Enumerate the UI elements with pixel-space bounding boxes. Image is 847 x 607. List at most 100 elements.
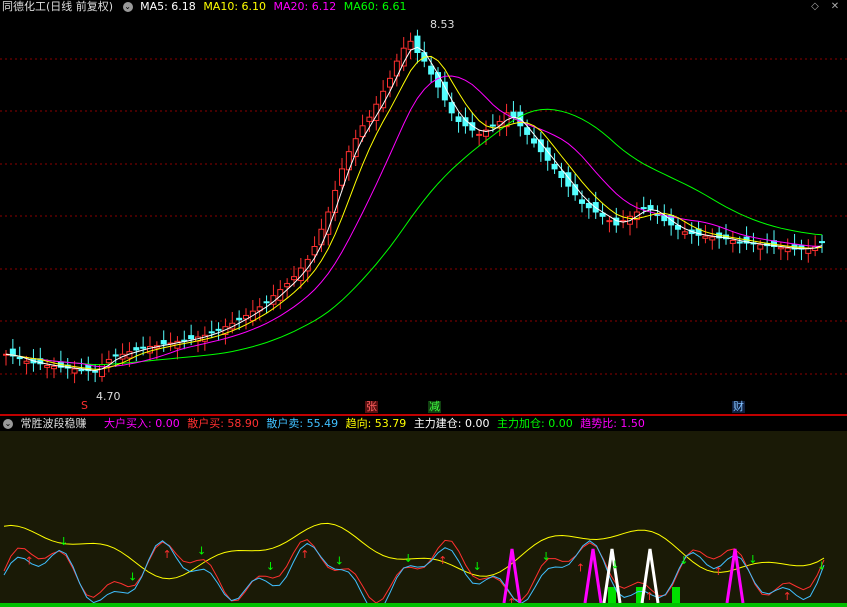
candle-body (208, 331, 215, 334)
candle-body (112, 354, 119, 357)
ma5-line (5, 46, 823, 372)
candle-body (236, 317, 243, 321)
buy-arrow-icon: ↑ (576, 562, 585, 575)
high-price-label: 8.53 (430, 18, 455, 31)
field-trend: 趋向: 53.79 (345, 417, 407, 430)
buy-arrow-icon: ↑ (438, 554, 447, 567)
candle-body (729, 239, 736, 244)
candle-body (105, 358, 112, 364)
candle-body (284, 283, 291, 288)
candle-body (784, 247, 791, 253)
candle-body (551, 163, 558, 170)
sell-arrow-icon: ↓ (59, 535, 68, 548)
candle-body (585, 202, 592, 209)
candlesticks (3, 29, 825, 384)
candle-body (318, 228, 325, 246)
candle-body (510, 111, 517, 118)
ma60-label: MA60: 6.61 (343, 0, 407, 13)
candle-body (133, 347, 140, 351)
chevron-down-icon[interactable]: ⌄ (122, 2, 133, 12)
event-marker-cai[interactable]: 财 (732, 401, 745, 413)
candle-body (709, 236, 716, 241)
candle-body (263, 301, 270, 304)
candle-body (16, 356, 23, 360)
candle-body (140, 346, 147, 349)
sell-arrow-icon: ↓ (817, 559, 826, 572)
event-marker-s[interactable]: S (80, 400, 89, 412)
sell-arrow-icon: ↓ (128, 571, 137, 584)
sell-arrow-icon: ↓ (266, 560, 275, 573)
restore-icon[interactable]: ◇ (808, 0, 822, 13)
field-retail-sell: 散户卖: 55.49 (266, 417, 339, 430)
candle-body (531, 138, 537, 144)
ma60-line (5, 108, 823, 366)
candle-body (777, 246, 784, 250)
ma10-label: MA10: 6.10 (203, 0, 267, 13)
event-marker-jian[interactable]: 减 (428, 401, 441, 413)
candle-body (380, 90, 387, 109)
candle-body (681, 231, 688, 235)
field-main-add: 主力加仓: 0.00 (497, 417, 573, 430)
buy-arrow-icon: ↑ (645, 590, 654, 603)
indicator-chart[interactable]: ↑↓↑↓↑↓↑↓↑↓↑↓↑↓↑↓↑↓↑↓↑↓↑↓ (0, 431, 847, 607)
candle-body (558, 171, 565, 179)
sell-arrow-icon: ↓ (473, 560, 482, 573)
sell-arrow-icon: ↓ (610, 559, 619, 572)
main-add-bar (608, 587, 616, 603)
ma20-label: MA20: 6.12 (273, 0, 337, 13)
event-marker-zhang[interactable]: 张 (365, 401, 378, 413)
candle-body (579, 199, 585, 204)
buy-arrow-icon: ↑ (162, 548, 171, 561)
candle-body (366, 116, 373, 122)
candle-body (160, 340, 167, 345)
buy-arrow-icon: ↑ (25, 555, 34, 568)
candle-body (188, 335, 195, 340)
field-main-build: 主力建仓: 0.00 (413, 417, 490, 430)
candle-body (92, 370, 99, 373)
candle-body (606, 220, 613, 223)
candle-body (51, 365, 57, 370)
candle-body (414, 35, 421, 53)
candle-body (311, 245, 318, 256)
buy-arrow-icon: ↑ (783, 590, 792, 603)
main-add-bar (672, 587, 680, 603)
buy-arrow-icon: ↑ (714, 565, 723, 578)
field-trend-ratio: 趋势比: 1.50 (580, 417, 645, 430)
candle-body (71, 368, 78, 374)
ma20-line (5, 75, 822, 368)
candle-body (23, 360, 30, 364)
candle-body (455, 116, 462, 122)
candle-body (476, 133, 483, 136)
candle-body (647, 205, 654, 210)
candle-body (736, 241, 743, 244)
candle-body (387, 77, 393, 88)
indicator-name[interactable]: 常胜波段稳赚 (21, 417, 87, 430)
candle-body (215, 328, 222, 331)
sell-arrow-icon: ↓ (197, 544, 206, 557)
candle-body (407, 40, 414, 50)
candle-body (428, 65, 435, 75)
candle-body (599, 212, 606, 217)
sell-arrow-icon: ↓ (541, 550, 550, 563)
field-big-buy: 大户买入: 0.00 (104, 417, 180, 430)
price-grid (0, 58, 847, 375)
candle-body (44, 364, 51, 368)
close-icon[interactable]: ✕ (828, 0, 842, 13)
ma5-label: MA5: 6.18 (140, 0, 196, 13)
candle-body (489, 124, 496, 127)
buy-arrow-icon: ↑ (300, 548, 309, 561)
chevron-down-icon[interactable]: ⌄ (3, 419, 13, 429)
sell-arrow-icon: ↓ (335, 555, 344, 568)
candle-body (702, 235, 709, 239)
candle-body (339, 168, 345, 186)
indicator-header: ⌄ 常胜波段稳赚 大户买入: 0.00 散户买: 58.90 散户卖: 55.4… (0, 416, 847, 431)
low-price-label: 4.70 (96, 390, 121, 403)
field-retail-buy: 散户买: 58.90 (187, 417, 259, 430)
baseline-bar (0, 603, 847, 607)
sell-arrow-icon: ↓ (748, 553, 757, 566)
candle-body (448, 102, 455, 114)
sell-arrow-icon: ↓ (404, 552, 413, 565)
price-chart[interactable]: 8.53 4.70 (0, 14, 847, 414)
candle-body (291, 276, 297, 281)
candle-body (757, 244, 764, 250)
